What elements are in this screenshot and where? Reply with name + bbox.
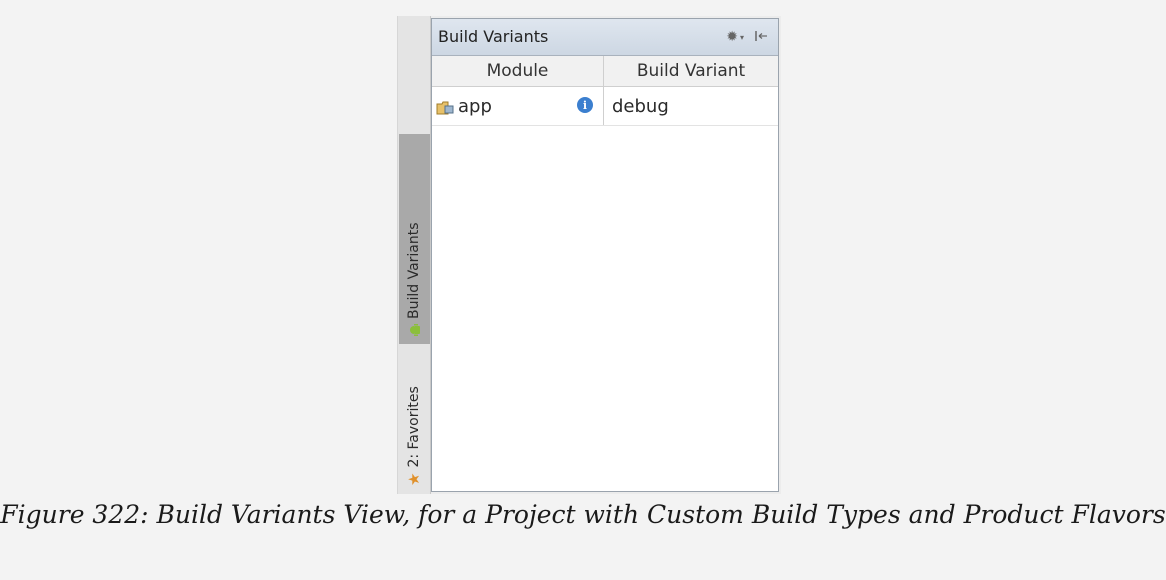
star-icon: ★ xyxy=(404,472,422,486)
left-tool-window-strip: Build Variants ★ 2: Favorites xyxy=(398,16,431,494)
module-folder-icon xyxy=(436,99,454,115)
panel-title: Build Variants xyxy=(438,27,549,46)
module-cell: app i xyxy=(432,87,604,125)
side-tab-label: 2: Favorites xyxy=(405,386,422,468)
hide-panel-icon[interactable] xyxy=(754,30,768,45)
side-tab-label: Build Variants xyxy=(405,222,422,319)
build-variants-window: Build Variants ★ 2: Favorites Build Vari… xyxy=(397,16,781,494)
build-variant-value: debug xyxy=(612,95,669,117)
build-variants-panel: Build Variants ✹ ▾ Module Build Variant xyxy=(431,18,779,492)
info-icon[interactable]: i xyxy=(577,97,593,113)
table-header: Module Build Variant xyxy=(432,56,778,87)
gear-icon[interactable]: ✹ xyxy=(726,29,738,45)
column-header-module[interactable]: Module xyxy=(432,56,604,86)
build-variant-cell[interactable]: debug xyxy=(604,87,778,125)
panel-header: Build Variants ✹ ▾ xyxy=(432,19,778,56)
module-name: app xyxy=(458,95,492,117)
android-icon xyxy=(409,324,420,336)
chevron-down-icon[interactable]: ▾ xyxy=(740,33,744,42)
figure-caption: Figure 322: Build Variants View, for a P… xyxy=(0,500,1166,529)
side-tab-build-variants[interactable]: Build Variants xyxy=(399,134,430,344)
column-header-build-variant[interactable]: Build Variant xyxy=(604,56,778,86)
side-tab-favorites[interactable]: ★ 2: Favorites xyxy=(399,344,430,494)
table-row[interactable]: app i debug xyxy=(432,87,778,126)
